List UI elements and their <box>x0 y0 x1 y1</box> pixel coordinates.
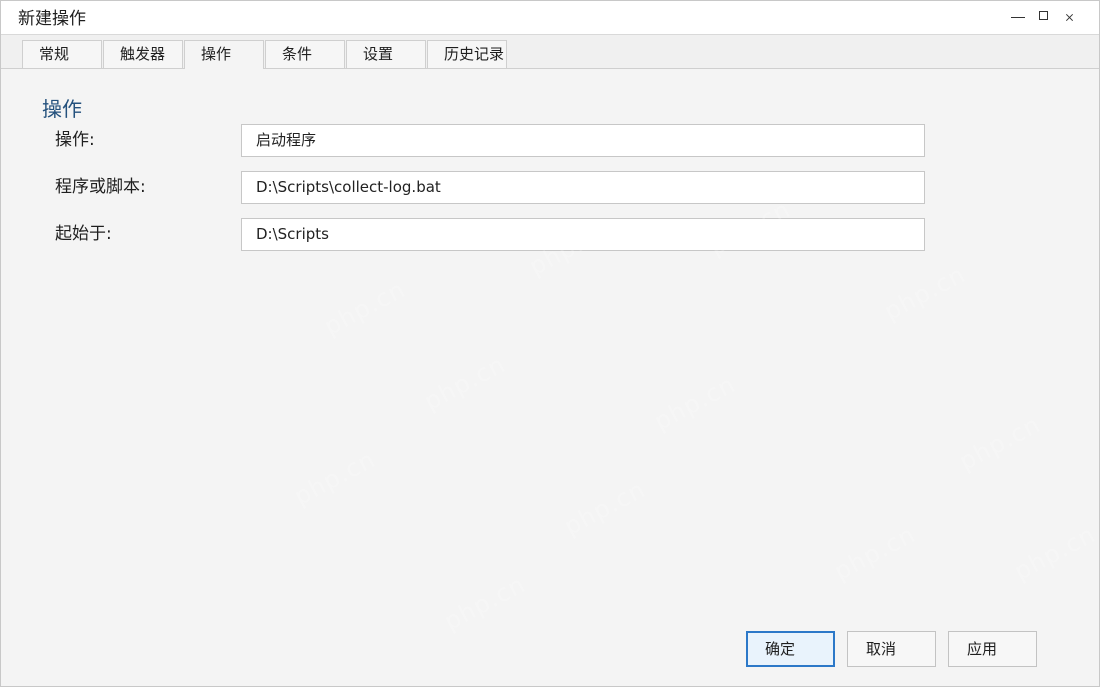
tab-settings[interactable]: 设置 <box>346 40 426 68</box>
watermark-text: php.cn <box>829 520 921 586</box>
tab-history[interactable]: 历史记录 <box>427 40 507 68</box>
form-row-program: 程序或脚本: D:\Scripts\collect-log.bat <box>55 171 925 205</box>
title-bar: 新建操作 <box>1 1 1099 35</box>
watermark-text: php.cn <box>419 350 511 416</box>
watermark-text: php.cn <box>319 275 411 341</box>
watermark-text: php.cn <box>1009 520 1100 586</box>
dialog-content: 操作 操作: 启动程序 程序或脚本: D:\Scripts\collect-lo… <box>1 69 1100 686</box>
program-label: 程序或脚本: <box>55 177 146 197</box>
watermark-text: php.cn <box>439 570 531 636</box>
tab-general[interactable]: 常规 <box>22 40 102 68</box>
dialog-window: 新建操作 常规 触发器 操作 条件 设置 历史记录 操作 操作: 启动程序 程序… <box>0 0 1100 687</box>
tab-triggers[interactable]: 触发器 <box>103 40 183 68</box>
tab-actions[interactable]: 操作 <box>184 40 264 69</box>
window-title: 新建操作 <box>18 9 86 29</box>
footer-buttons: 确定 取消 应用 <box>746 631 1037 667</box>
close-icon[interactable] <box>1061 7 1079 27</box>
section-title: 操作 <box>42 97 82 121</box>
form-row-action: 操作: 启动程序 <box>55 124 925 158</box>
minimize-icon[interactable] <box>1009 7 1027 27</box>
maximize-icon[interactable] <box>1035 7 1053 27</box>
watermark-layer: php.cn php.cn php.cn php.cn php.cn php.c… <box>1 69 1100 686</box>
action-field[interactable]: 启动程序 <box>241 124 925 157</box>
start-in-field[interactable]: D:\Scripts <box>241 218 925 251</box>
tab-bar: 常规 触发器 操作 条件 设置 历史记录 <box>1 35 1099 69</box>
watermark-text: php.cn <box>289 445 381 511</box>
start-in-label: 起始于: <box>55 224 112 244</box>
apply-button[interactable]: 应用 <box>948 631 1037 667</box>
tab-conditions[interactable]: 条件 <box>265 40 345 68</box>
program-field[interactable]: D:\Scripts\collect-log.bat <box>241 171 925 204</box>
tab-list: 常规 触发器 操作 条件 设置 历史记录 <box>22 40 507 69</box>
watermark-text: php.cn <box>954 410 1046 476</box>
watermark-text: php.cn <box>879 260 971 326</box>
cancel-button[interactable]: 取消 <box>847 631 936 667</box>
action-label: 操作: <box>55 130 95 150</box>
ok-button[interactable]: 确定 <box>746 631 835 667</box>
form-row-start-in: 起始于: D:\Scripts <box>55 218 925 252</box>
window-controls <box>1009 7 1079 27</box>
watermark-text: php.cn <box>649 370 741 436</box>
watermark-text: php.cn <box>559 475 651 541</box>
